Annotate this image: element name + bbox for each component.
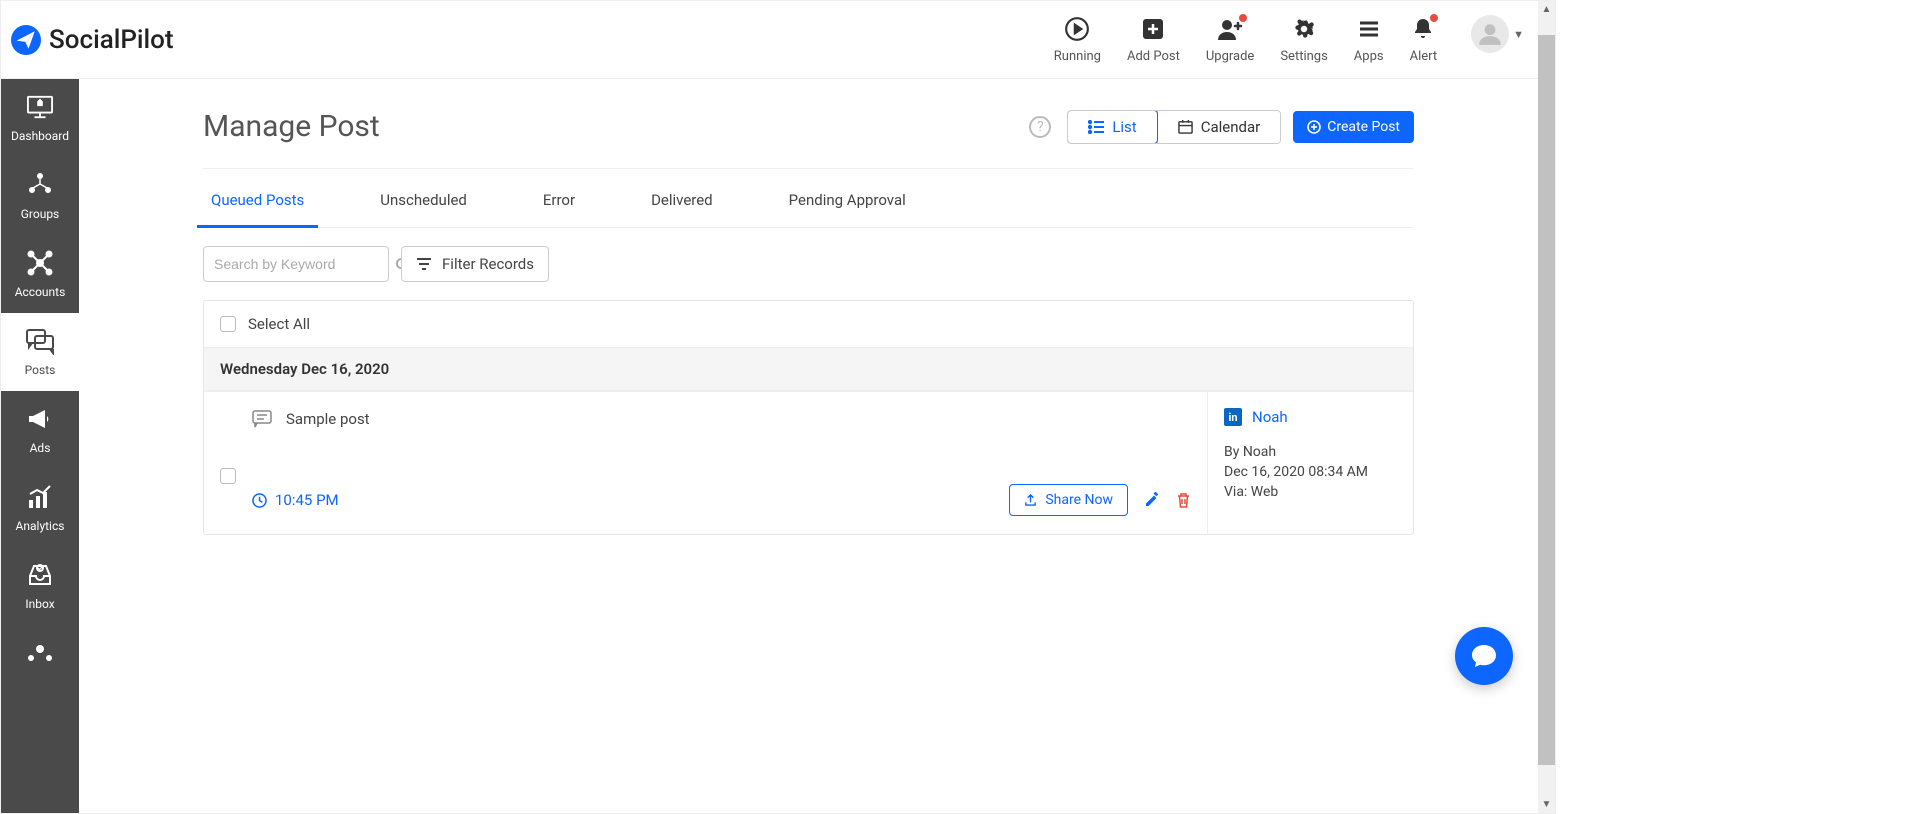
calendar-icon — [1178, 119, 1193, 134]
post-by-line: By Noah — [1224, 444, 1397, 460]
top-header: SocialPilot Running Add Post — [1, 1, 1538, 79]
select-all-row: Select All — [204, 301, 1413, 347]
chat-fab[interactable] — [1455, 627, 1513, 685]
header-action-running[interactable]: Running — [1054, 15, 1101, 64]
sidebar-item-ads[interactable]: Ads — [1, 391, 79, 469]
brand-name: SocialPilot — [49, 25, 174, 55]
sidebar-item-posts[interactable]: Posts — [1, 313, 79, 391]
header-action-alert[interactable]: Alert — [1410, 15, 1438, 64]
menu-icon — [1357, 15, 1381, 43]
plus-square-icon — [1141, 15, 1165, 43]
controls-row: Filter Records — [203, 228, 1414, 300]
paper-plane-icon — [11, 25, 41, 55]
date-header: Wednesday Dec 16, 2020 — [204, 347, 1413, 391]
scroll-thumb[interactable] — [1538, 35, 1555, 765]
chevron-down-icon: ▼ — [1513, 28, 1524, 41]
sidebar-item-groups[interactable]: Groups — [1, 157, 79, 235]
header-actions: Running Add Post Upgrade — [1054, 15, 1538, 64]
main-content: Manage Post ? List — [79, 79, 1538, 813]
list-icon — [1088, 120, 1104, 134]
post-checkbox[interactable] — [220, 468, 236, 484]
sidebar-item-analytics[interactable]: Analytics — [1, 469, 79, 547]
search-input[interactable] — [214, 256, 395, 272]
brand-logo[interactable]: SocialPilot — [1, 25, 174, 55]
monitor-icon — [25, 93, 55, 121]
header-action-settings[interactable]: Settings — [1280, 15, 1327, 64]
clock-icon — [252, 493, 267, 508]
tabs: Queued Posts Unscheduled Error Delivered… — [203, 173, 1414, 228]
view-toggle: List Calendar — [1067, 110, 1281, 144]
help-icon[interactable]: ? — [1029, 116, 1051, 138]
scroll-down-icon[interactable]: ▼ — [1538, 796, 1555, 813]
account-name[interactable]: Noah — [1252, 408, 1288, 426]
network-icon — [26, 249, 54, 277]
header-action-apps[interactable]: Apps — [1354, 15, 1384, 64]
view-calendar-button[interactable]: Calendar — [1157, 111, 1281, 143]
sidebar-item-dashboard[interactable]: Dashboard — [1, 79, 79, 157]
header-action-add-post[interactable]: Add Post — [1127, 15, 1180, 64]
avatar-icon — [1471, 15, 1509, 53]
notification-dot-icon — [1238, 13, 1248, 23]
tab-delivered[interactable]: Delivered — [643, 173, 721, 227]
scrollbar[interactable]: ▲ ▼ — [1538, 1, 1555, 813]
megaphone-icon — [26, 405, 54, 433]
team-icon — [26, 641, 54, 669]
chart-icon — [26, 483, 54, 511]
filter-icon — [416, 257, 432, 271]
sidebar-item-accounts[interactable]: Accounts — [1, 235, 79, 313]
sidebar: Dashboard Groups Accounts — [1, 79, 79, 813]
notification-dot-icon — [1429, 13, 1439, 23]
post-timestamp: Dec 16, 2020 08:34 AM — [1224, 464, 1397, 480]
tab-queued-posts[interactable]: Queued Posts — [203, 173, 312, 227]
view-list-button[interactable]: List — [1067, 110, 1157, 144]
page-title: Manage Post — [203, 109, 380, 144]
tab-error[interactable]: Error — [535, 173, 583, 227]
chat-icon — [25, 327, 55, 355]
scroll-up-icon[interactable]: ▲ — [1538, 1, 1555, 18]
post-via: Via: Web — [1224, 484, 1397, 500]
tab-unscheduled[interactable]: Unscheduled — [372, 173, 475, 227]
delete-button[interactable] — [1176, 492, 1191, 508]
upload-icon — [1024, 493, 1037, 507]
select-all-label: Select All — [248, 315, 310, 333]
search-box[interactable] — [203, 246, 389, 282]
inbox-icon — [26, 561, 54, 589]
post-row: Sample post 10:45 PM — [204, 391, 1413, 534]
user-plus-icon — [1216, 15, 1244, 43]
message-icon — [252, 410, 272, 428]
sidebar-item-extra[interactable] — [1, 625, 79, 685]
edit-button[interactable] — [1144, 492, 1160, 508]
share-now-button[interactable]: Share Now — [1009, 484, 1128, 516]
post-side: in Noah By Noah Dec 16, 2020 08:34 AM Vi… — [1207, 392, 1413, 534]
posts-panel: Select All Wednesday Dec 16, 2020 — [203, 300, 1414, 535]
select-all-checkbox[interactable] — [220, 316, 236, 332]
chat-bubble-icon — [1470, 643, 1498, 669]
header-action-upgrade[interactable]: Upgrade — [1206, 15, 1254, 64]
user-menu[interactable]: ▼ — [1463, 15, 1524, 53]
plus-circle-icon — [1307, 120, 1321, 134]
post-time[interactable]: 10:45 PM — [252, 491, 339, 509]
play-circle-icon — [1064, 15, 1090, 43]
bell-icon — [1411, 15, 1435, 43]
groups-icon — [26, 171, 54, 199]
tab-pending-approval[interactable]: Pending Approval — [781, 173, 914, 227]
gear-icon — [1291, 15, 1317, 43]
filter-button[interactable]: Filter Records — [401, 246, 549, 282]
create-post-button[interactable]: Create Post — [1293, 111, 1414, 143]
sidebar-item-inbox[interactable]: Inbox — [1, 547, 79, 625]
post-text: Sample post — [286, 410, 370, 428]
linkedin-icon: in — [1224, 408, 1242, 426]
page-head: Manage Post ? List — [203, 109, 1414, 169]
